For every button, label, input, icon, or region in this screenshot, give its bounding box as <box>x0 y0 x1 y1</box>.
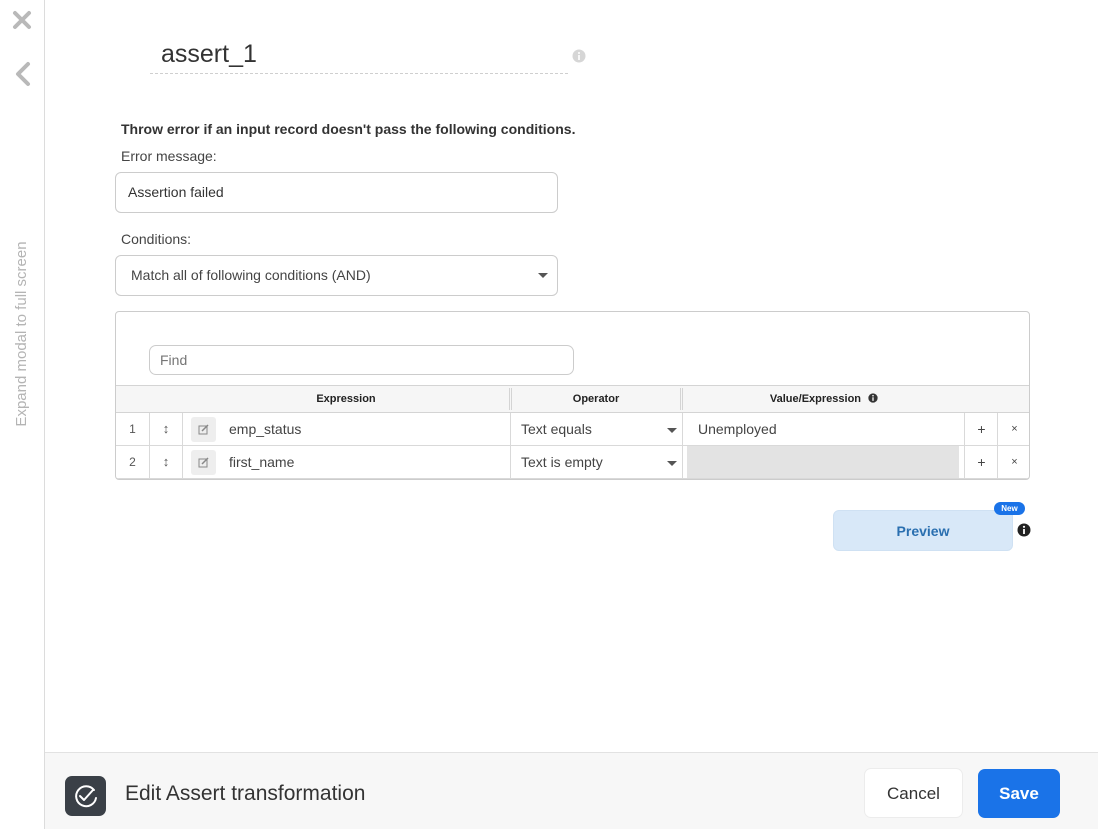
edit-expression-button[interactable] <box>191 450 216 475</box>
caret-down-icon[interactable] <box>667 428 677 433</box>
conditions-select[interactable]: Match all of following conditions (AND) <box>115 255 558 296</box>
error-message-label: Error message: <box>121 148 217 164</box>
drag-handle-icon[interactable]: ↕ <box>150 446 182 478</box>
table-row: 1 ↕ emp_status Text equals Unemployed + … <box>116 413 1029 446</box>
column-header-expression[interactable]: Expression <box>182 386 510 412</box>
cancel-button[interactable]: Cancel <box>864 768 963 818</box>
chevron-left-icon[interactable] <box>13 61 33 87</box>
error-message-input[interactable]: Assertion failed <box>115 172 558 213</box>
find-input[interactable] <box>149 345 574 375</box>
expression-cell[interactable]: emp_status <box>229 413 301 445</box>
title-field[interactable]: assert_1 <box>150 38 568 74</box>
cell-divider <box>682 413 683 445</box>
table-row: 2 ↕ first_name Text is empty + × <box>116 446 1029 479</box>
grid-header: Expression Operator Value/Expression <box>116 385 1029 413</box>
caret-down-icon[interactable] <box>667 461 677 466</box>
instruction-text: Throw error if an input record doesn't p… <box>121 121 576 137</box>
operator-select[interactable]: Text equals <box>521 413 592 445</box>
cell-divider <box>510 446 511 478</box>
close-icon[interactable] <box>11 9 33 31</box>
drag-handle-icon[interactable]: ↕ <box>150 413 182 445</box>
check-circle-icon <box>65 776 106 816</box>
side-rail: Expand modal to full screen <box>0 0 45 829</box>
operator-select[interactable]: Text is empty <box>521 446 603 478</box>
value-column-label: Value/Expression <box>769 393 862 405</box>
new-badge: New <box>994 502 1025 515</box>
modal-title: Edit Assert transformation <box>125 782 366 805</box>
column-header-operator[interactable]: Operator <box>512 386 680 412</box>
edit-expression-button[interactable] <box>191 417 216 442</box>
conditions-select-value: Match all of following conditions (AND) <box>131 267 371 283</box>
cell-divider <box>682 446 683 478</box>
column-header-value[interactable]: Value/Expression <box>684 386 964 412</box>
add-row-button[interactable]: + <box>965 413 998 445</box>
page-title[interactable]: assert_1 <box>161 40 257 69</box>
modal-footer: Edit Assert transformation Cancel Save <box>45 752 1098 829</box>
edit-icon <box>198 457 209 468</box>
cell-divider <box>510 413 511 445</box>
conditions-grid: Expression Operator Value/Expression 1 ↕… <box>115 311 1030 480</box>
column-resizer[interactable] <box>680 388 683 410</box>
preview-button[interactable]: Preview <box>833 510 1013 551</box>
delete-row-button[interactable]: × <box>998 446 1029 478</box>
save-button[interactable]: Save <box>978 769 1060 818</box>
info-icon[interactable] <box>1017 523 1031 537</box>
cell-divider <box>182 446 183 478</box>
row-number: 2 <box>129 455 136 469</box>
value-cell[interactable]: Unemployed <box>698 413 777 445</box>
caret-down-icon <box>538 273 548 278</box>
add-row-button[interactable]: + <box>965 446 998 478</box>
value-cell-disabled <box>687 446 959 478</box>
edit-icon <box>198 424 209 435</box>
cell-divider <box>182 413 183 445</box>
delete-row-button[interactable]: × <box>998 413 1029 445</box>
expression-cell[interactable]: first_name <box>229 446 294 478</box>
row-number: 1 <box>129 422 136 436</box>
expand-modal-toggle[interactable]: Expand modal to full screen <box>13 224 30 444</box>
conditions-label: Conditions: <box>121 231 192 247</box>
info-icon[interactable] <box>868 393 878 403</box>
info-icon[interactable] <box>572 49 586 63</box>
